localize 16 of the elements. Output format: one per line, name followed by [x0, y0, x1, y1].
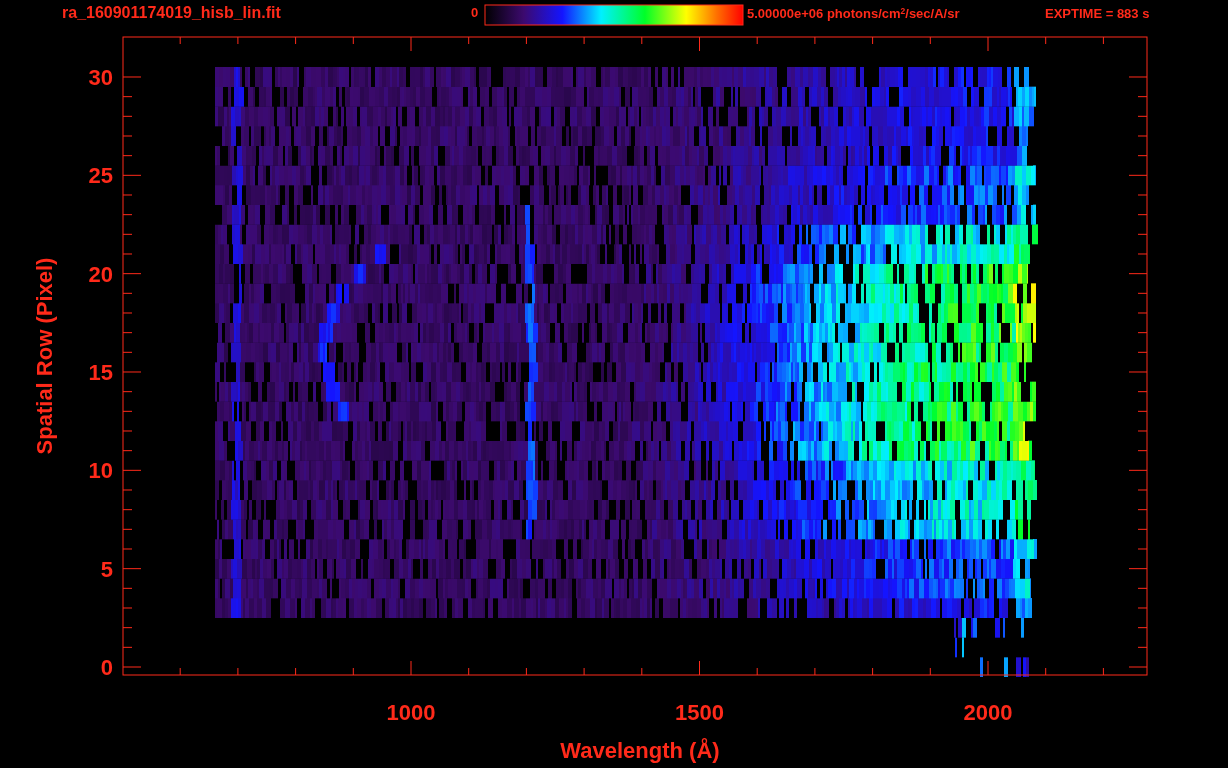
x-axis-label: Wavelength (Å)	[560, 738, 720, 763]
y-tick-label: 5	[100, 556, 113, 582]
colorbar-min-label: 0	[471, 5, 479, 21]
y-tick-label: 10	[88, 458, 113, 484]
y-tick-label: 0	[100, 655, 113, 680]
exposure-time: EXPTIME = 883 s	[1045, 6, 1150, 22]
x-tick-label: 1500	[675, 700, 724, 725]
x-tick-label: 2000	[963, 700, 1013, 725]
y-tick-label: 30	[88, 65, 113, 90]
y-tick-label: 15	[88, 360, 113, 385]
file-title: ra_160901174019_hisb_lin.fit	[62, 3, 281, 23]
y-tick-label: 25	[88, 163, 113, 189]
x-tick-label: 1000	[386, 700, 436, 725]
y-tick-label: 20	[88, 261, 113, 287]
y-axis-label: Spatial Row (Pixel)	[32, 257, 57, 455]
colorbar-unit-label: 5.00000e+06 photons/cm$^{2}$/sec/A/sr	[747, 6, 960, 22]
